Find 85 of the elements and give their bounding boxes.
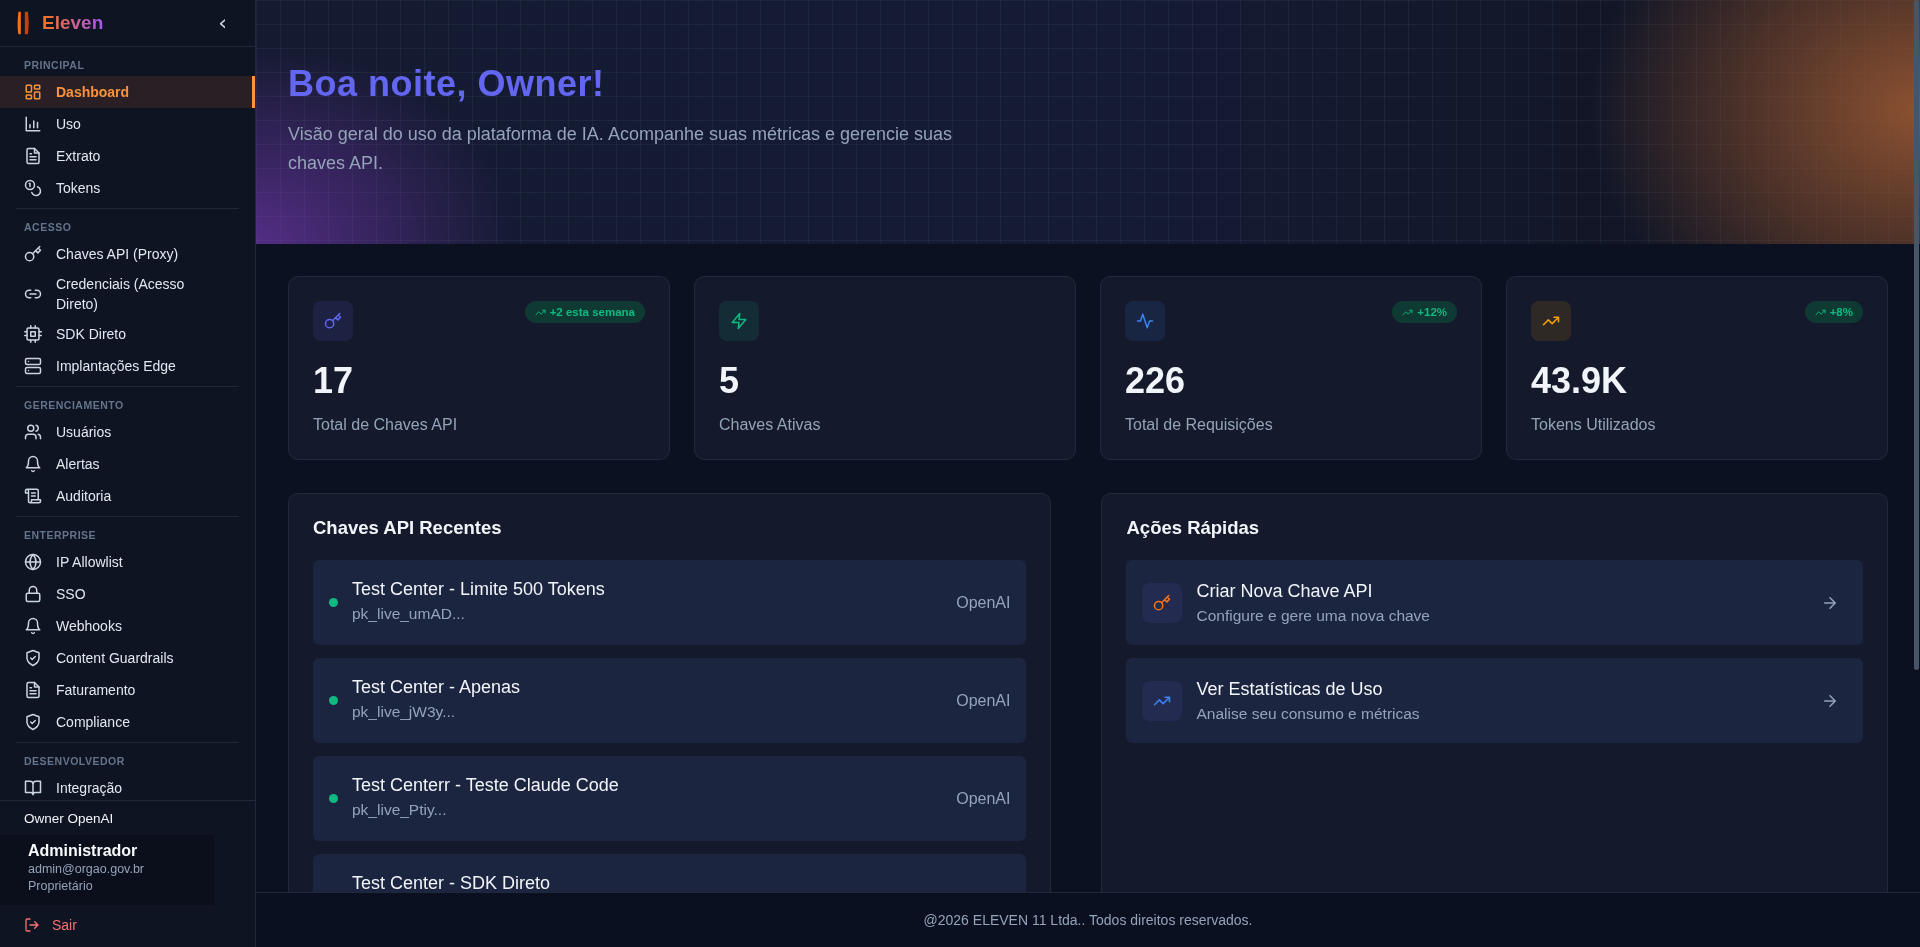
- api-key-row[interactable]: Test Center - Limite 500 Tokens pk_live_umAD... OpenAI: [313, 560, 1027, 645]
- coins-icon: [24, 179, 42, 197]
- document-icon: [24, 681, 42, 699]
- nav-item[interactable]: Implantações Edge: [0, 350, 255, 382]
- account-name: Owner OpenAI: [23, 810, 115, 828]
- document-icon: [24, 147, 42, 165]
- nav-item[interactable]: Dashboard: [0, 76, 255, 108]
- stat-label: Tokens Utilizados: [1531, 415, 1657, 435]
- stat-label: Total de Chaves API: [313, 415, 459, 435]
- section-label: ACESSO: [23, 220, 73, 235]
- panel-title: Ações Rápidas: [1126, 516, 1261, 540]
- key-prefix: pk_live_jW3y...: [352, 702, 457, 722]
- shield-icon: [24, 713, 42, 731]
- greeting-subtitle: Visão geral do uso da plataforma de IA. Acompanhe suas métricas e gerencie suas chaves API.: [288, 123, 954, 175]
- chip-icon: [24, 325, 42, 343]
- stat-label: Chaves Ativas: [719, 415, 822, 435]
- provider-name: OpenAI: [956, 789, 1011, 808]
- nav-item[interactable]: Auditoria: [0, 480, 255, 512]
- api-key-row[interactable]: Test Center - Apenas pk_live_jW3y... OpenAI: [313, 658, 1027, 743]
- nav-item[interactable]: IP Allowlist: [0, 546, 255, 578]
- lock-icon: [24, 585, 42, 603]
- logo-icon: [16, 10, 32, 36]
- nav-item[interactable]: Alertas: [0, 448, 255, 480]
- stat-value: 5: [719, 359, 741, 403]
- stat-value: 43.9K: [1531, 359, 1629, 403]
- action-title: Criar Nova Chave API: [1196, 579, 1374, 603]
- shield-icon: [24, 649, 42, 667]
- logout-link[interactable]: Sair: [0, 915, 101, 935]
- nav-item[interactable]: SSO: [0, 578, 255, 610]
- trend-badge: +8%: [1804, 301, 1863, 323]
- user-email: admin@orgao.gov.br: [28, 861, 145, 878]
- users-icon: [24, 423, 42, 441]
- section-label: PRINCIPAL: [23, 58, 86, 73]
- bar-chart-icon: [24, 115, 42, 133]
- nav-item[interactable]: Webhooks: [0, 610, 255, 642]
- user-name: Administrador: [28, 841, 139, 861]
- provider-name: OpenAI: [956, 593, 1011, 612]
- nav-item[interactable]: Uso: [0, 108, 255, 140]
- stat-label: Total de Requisições: [1125, 415, 1274, 435]
- nav-item[interactable]: Credenciais (Acesso Direto): [0, 270, 255, 318]
- bell-icon: [24, 455, 42, 473]
- quick-action[interactable]: Ver Estatísticas de Uso Analise seu consumo e métricas: [1126, 658, 1863, 743]
- key-name: Test Centerr - Teste Claude Code: [352, 774, 620, 797]
- book-icon: [24, 779, 42, 797]
- section-label: GERENCIAMENTO: [23, 398, 125, 413]
- action-description: Configure e gere uma nova chave: [1196, 605, 1431, 626]
- nav-item[interactable]: Chaves API (Proxy): [0, 238, 255, 270]
- nav-item[interactable]: Usuários: [0, 416, 255, 448]
- key-prefix: pk_live_umAD...: [352, 604, 466, 624]
- key-icon: [24, 245, 42, 263]
- nav-item[interactable]: Faturamento: [0, 674, 255, 706]
- key-name: Test Center - SDK Direto: [352, 872, 552, 892]
- user-role: Proprietário: [28, 878, 94, 895]
- scrollbar-thumb[interactable]: [1914, 0, 1919, 670]
- server-icon: [24, 357, 42, 375]
- nav-item[interactable]: SDK Direto: [0, 318, 255, 350]
- section-label: DESENVOLVEDOR: [23, 754, 126, 769]
- trend-badge: +2 esta semana: [524, 301, 645, 323]
- action-description: Analise seu consumo e métricas: [1196, 703, 1421, 724]
- quick-action[interactable]: Criar Nova Chave API Configure e gere uma nova chave: [1126, 560, 1863, 645]
- nav-item[interactable]: Extrato: [0, 140, 255, 172]
- nav-item[interactable]: Integração: [0, 772, 255, 800]
- action-title: Ver Estatísticas de Uso: [1196, 677, 1384, 701]
- api-key-row[interactable]: Test Centerr - Teste Claude Code pk_live_Ptiy... OpenAI: [313, 756, 1027, 841]
- stat-value: 17: [313, 359, 355, 403]
- collapse-button[interactable]: ‹: [214, 12, 231, 34]
- panel-title: Chaves API Recentes: [313, 516, 503, 540]
- provider-name: OpenAI: [956, 691, 1011, 710]
- nav-item[interactable]: Compliance: [0, 706, 255, 738]
- trend-badge: +12%: [1392, 301, 1457, 323]
- dashboard-icon: [24, 83, 42, 101]
- nav-item[interactable]: Tokens: [0, 172, 255, 204]
- greeting-title: Boa noite, Owner!: [288, 62, 606, 106]
- logout-icon: [24, 917, 40, 933]
- stat-value: 226: [1125, 359, 1187, 403]
- key-name: Test Center - Limite 500 Tokens: [352, 578, 606, 601]
- section-label: ENTERPRISE: [23, 528, 98, 543]
- bell-icon: [24, 617, 42, 635]
- scroll-icon: [24, 487, 42, 505]
- key-prefix: pk_live_Ptiy...: [352, 800, 448, 820]
- globe-icon: [24, 553, 42, 571]
- key-name: Test Center - Apenas: [352, 676, 522, 699]
- copyright-text: @2026 ELEVEN 11 Ltda.. Todos direitos reservados.: [923, 912, 1253, 928]
- nav-item[interactable]: Content Guardrails: [0, 642, 255, 674]
- api-key-row[interactable]: Test Center - SDK Direto: [313, 854, 1027, 892]
